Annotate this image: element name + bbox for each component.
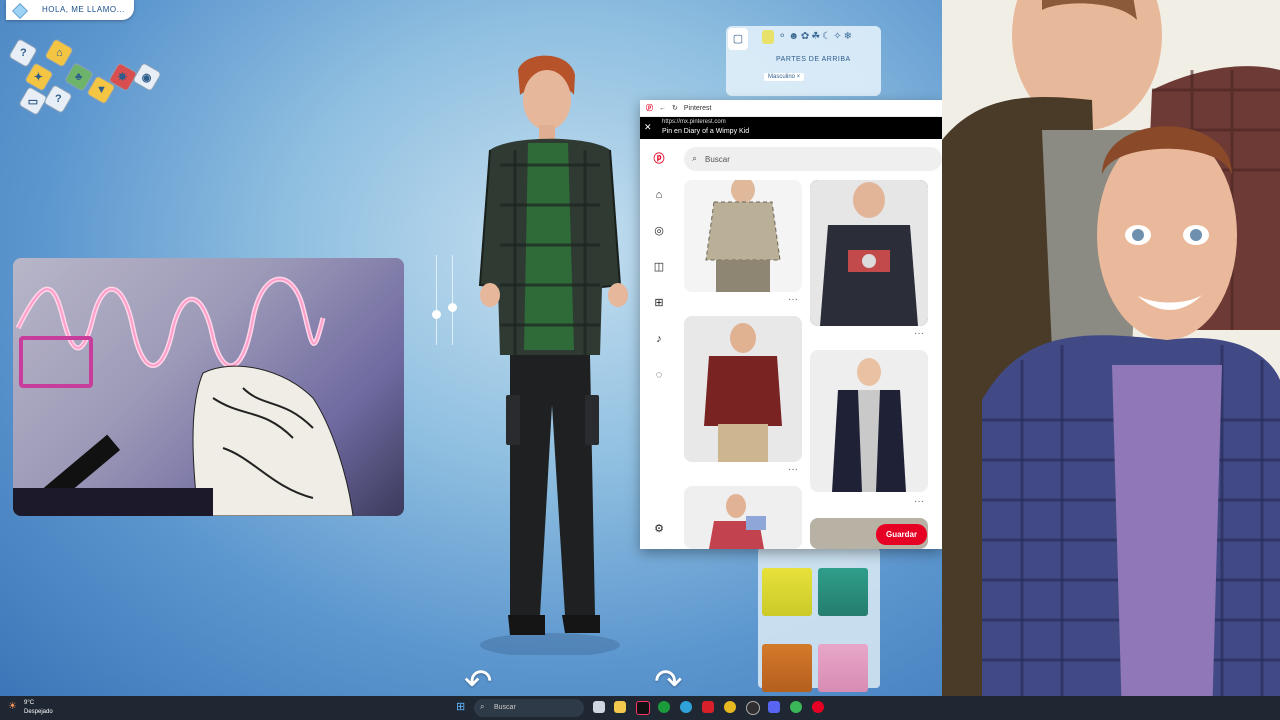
category-panel: ▢ ⚬☻✿☘☾✧❄ PARTES DE ARRIBA Masculino ×	[726, 26, 881, 96]
tiktok-icon[interactable]	[636, 701, 650, 715]
webcam-neon-sign	[13, 276, 354, 516]
pin-menu-2[interactable]: ···	[914, 328, 924, 339]
pinterest-taskbar-icon[interactable]	[812, 701, 824, 713]
back-icon[interactable]: ←	[659, 105, 666, 112]
temperature: 9°C	[24, 700, 35, 706]
search-placeholder: Buscar	[705, 155, 730, 164]
search-icon: ⌕	[480, 702, 485, 711]
redo-arrow-icon[interactable]: ↷	[654, 662, 683, 696]
explore-icon[interactable]: ◎	[651, 223, 667, 239]
gender-filter-tag[interactable]: Masculino ×	[764, 73, 805, 81]
sim-character[interactable]	[470, 55, 650, 657]
weather-condition: Despejado	[24, 709, 53, 715]
accessory-icons[interactable]: ⚬☻✿☘☾✧❄	[778, 31, 854, 42]
pin-card-3[interactable]	[684, 316, 802, 462]
pin-card-4[interactable]	[810, 350, 928, 492]
pin-image-1	[705, 180, 781, 292]
category-label: PARTES DE ARRIBA	[776, 56, 851, 63]
file-explorer-icon[interactable]	[614, 701, 626, 713]
browser-titlebar: ⓟ ← ↻ Pinterest	[640, 100, 942, 117]
plumbob-icon	[12, 3, 28, 19]
pinterest-logo-small-icon: ⓟ	[646, 105, 653, 112]
pinterest-window: ⓟ ← ↻ Pinterest ✕ https://mx.pinterest.c…	[640, 100, 942, 549]
pin-menu-1[interactable]: ···	[788, 294, 798, 305]
clothing-thumbnails	[758, 548, 880, 692]
xbox-icon[interactable]	[658, 701, 670, 713]
pin-image-4	[832, 358, 906, 492]
sim-model	[478, 55, 628, 657]
outfit-thumb-2[interactable]	[818, 568, 868, 616]
outfit-thumb-3[interactable]	[762, 644, 812, 692]
camera-slider-left[interactable]	[432, 255, 462, 345]
taskbar-search[interactable]: ⌕ Buscar	[474, 699, 584, 717]
start-button[interactable]: ⊞	[456, 701, 468, 713]
pinterest-logo-icon[interactable]: ⓟ	[651, 151, 667, 167]
sims-icon[interactable]	[790, 701, 802, 713]
address-bar[interactable]: ✕ https://mx.pinterest.com Pin en Diary …	[640, 117, 942, 139]
outfit-thumb-4[interactable]	[818, 644, 868, 692]
pin-menu-3[interactable]: ···	[788, 464, 798, 475]
reload-icon[interactable]: ↻	[672, 104, 678, 112]
undo-arrow-icon[interactable]: ↶	[464, 662, 493, 696]
pin-image-3	[704, 323, 782, 462]
save-pin-button[interactable]: Guardar	[876, 524, 928, 545]
home-icon[interactable]: ⌂	[651, 187, 667, 203]
window-title: Pinterest	[683, 104, 712, 112]
settings-icon[interactable]: ⚙	[651, 521, 667, 537]
weather-icon: ☀	[8, 701, 17, 712]
windows-taskbar: ☀ 9°C Despejado ⊞ ⌕ Buscar	[0, 696, 1280, 720]
help-hex-button-2[interactable]: ?	[42, 83, 74, 115]
name-prompt: HOLA, ME LLAMO...	[42, 5, 125, 14]
edge-icon[interactable]	[680, 701, 692, 713]
chrome-icon[interactable]	[724, 701, 736, 713]
obs-icon[interactable]	[746, 701, 760, 715]
task-view-icon[interactable]	[593, 701, 605, 713]
pin-menu-4[interactable]: ···	[914, 496, 924, 507]
create-icon[interactable]: ⊞	[651, 295, 667, 311]
pin-card-1[interactable]	[684, 180, 802, 292]
netflix-icon[interactable]	[702, 701, 714, 713]
mirror-icon[interactable]: ▢	[728, 28, 748, 50]
search-input[interactable]: ⌕ Buscar	[684, 147, 942, 171]
pin-image-5	[709, 494, 766, 549]
taskbar-search-label: Buscar	[494, 704, 516, 711]
top-category-icon[interactable]	[762, 30, 774, 44]
close-icon[interactable]: ✕	[644, 122, 652, 133]
page-title: Pin en Diary of a Wimpy Kid	[662, 128, 750, 135]
pinterest-sidebar: ⓟ ⌂ ◎ ◫ ⊞ ♪ ◌ ⚙	[640, 138, 678, 549]
cast-photo	[942, 0, 1280, 720]
sim-name-field[interactable]: HOLA, ME LLAMO...	[6, 0, 134, 20]
family-hex-button[interactable]: ⌂	[43, 37, 75, 69]
search-icon: ⌕	[692, 153, 698, 163]
url-text: https://mx.pinterest.com	[662, 119, 726, 125]
messages-icon[interactable]: ◌	[651, 367, 667, 383]
outfit-thumb-1[interactable]	[762, 568, 812, 616]
pin-card-5[interactable]	[684, 486, 802, 549]
streamer-webcam	[13, 258, 404, 516]
boards-icon[interactable]: ◫	[651, 259, 667, 275]
notifications-icon[interactable]: ♪	[651, 331, 667, 347]
discord-icon[interactable]	[768, 701, 780, 713]
pin-image-2	[810, 180, 928, 326]
reference-photo	[942, 0, 1280, 720]
voice-hex-button[interactable]: ◉	[131, 61, 163, 93]
pin-card-2[interactable]	[810, 180, 928, 326]
